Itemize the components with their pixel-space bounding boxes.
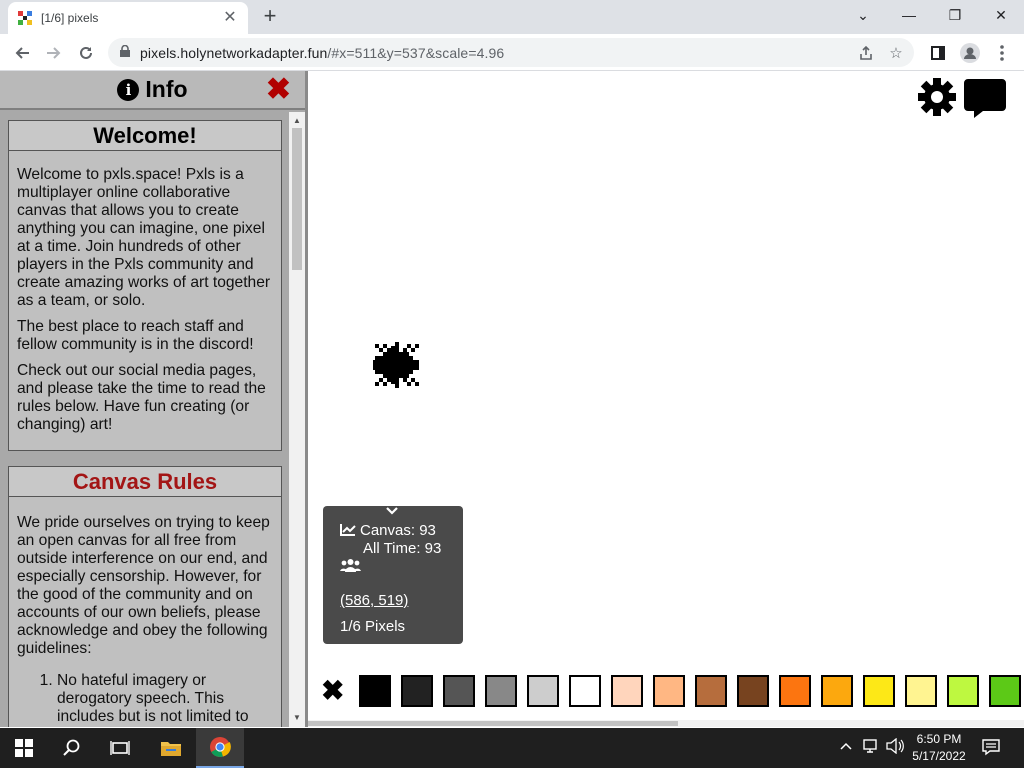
palette-swatch[interactable] [905, 675, 937, 707]
coordinates-link[interactable]: (586, 519) [340, 592, 408, 609]
chart-line-icon [340, 524, 356, 536]
side-panel-icon[interactable] [924, 39, 952, 67]
welcome-card: Welcome! Welcome to pxls.space! Pxls is … [8, 120, 282, 451]
new-tab-button[interactable]: + [258, 5, 282, 29]
reload-icon[interactable] [72, 39, 100, 67]
welcome-paragraph: The best place to reach staff and fellow… [17, 318, 254, 353]
volume-icon[interactable] [886, 737, 904, 757]
palette-swatch[interactable] [569, 675, 601, 707]
profile-avatar-icon[interactable] [956, 39, 984, 67]
tab-search-button[interactable]: ⌄ [840, 0, 886, 30]
palette-swatch[interactable] [359, 675, 391, 707]
share-icon[interactable] [852, 38, 880, 67]
canvas-count-row: Canvas: 93 [340, 522, 436, 539]
rules-card: Canvas Rules We pride ourselves on tryin… [8, 466, 282, 727]
palette-swatch[interactable] [527, 675, 559, 707]
rules-intro: We pride ourselves on trying to keep an … [17, 514, 270, 657]
palette-swatch[interactable] [653, 675, 685, 707]
address-bar[interactable]: pixels.holynetworkadapter.fun/#x=511&y=5… [108, 38, 914, 67]
pixel-art-sprite [373, 342, 419, 388]
palette-swatch[interactable] [821, 675, 853, 707]
task-view-icon[interactable] [96, 728, 144, 768]
tab-close-button[interactable]: ✕ [222, 10, 238, 26]
info-panel-title: Info [145, 76, 188, 102]
network-icon[interactable] [862, 738, 880, 757]
scroll-up-icon[interactable]: ▲ [289, 114, 305, 128]
info-icon: i [117, 78, 140, 101]
settings-gear-icon[interactable] [917, 77, 957, 117]
canvas-horizontal-scrollbar[interactable] [308, 720, 1024, 727]
palette-swatch[interactable] [611, 675, 643, 707]
palette-swatch[interactable] [443, 675, 475, 707]
palette-swatch[interactable] [401, 675, 433, 707]
chat-bubble-icon[interactable] [963, 77, 1007, 119]
clock-date: 5/17/2022 [912, 749, 966, 763]
palette-swatch[interactable] [779, 675, 811, 707]
collapse-chevron-icon[interactable] [386, 506, 398, 518]
palette-close-button[interactable]: ✖ [321, 677, 344, 705]
browser-menu-icon[interactable] [988, 39, 1016, 67]
taskbar-clock[interactable]: 6:50 PM 5/17/2022 [905, 731, 973, 765]
minimize-button[interactable]: — [886, 0, 932, 30]
notifications-icon[interactable] [982, 738, 1000, 759]
scroll-down-icon[interactable]: ▼ [289, 711, 305, 725]
search-icon[interactable] [48, 728, 96, 768]
url-text: pixels.holynetworkadapter.fun/#x=511&y=5… [140, 44, 505, 61]
welcome-paragraph: Check out our social media pages, and pl… [17, 362, 266, 433]
info-panel-scrollbar[interactable]: ▲ ▼ [289, 112, 305, 727]
info-panel-content[interactable]: Welcome! Welcome to pxls.space! Pxls is … [0, 112, 289, 727]
bookmark-star-icon[interactable]: ☆ [882, 38, 910, 67]
windows-start-icon[interactable] [0, 728, 48, 768]
welcome-heading: Welcome! [9, 121, 281, 151]
tab-title: [1/6] pixels [41, 11, 99, 25]
lock-icon[interactable] [120, 44, 130, 60]
info-panel-header: i Info ✖ [0, 71, 305, 110]
info-panel-close-button[interactable]: ✖ [266, 75, 291, 105]
show-hidden-icons-icon[interactable] [840, 738, 852, 753]
palette-swatch[interactable] [863, 675, 895, 707]
users-icon [340, 558, 361, 577]
browser-toolbar: pixels.holynetworkadapter.fun/#x=511&y=5… [0, 34, 1024, 71]
restore-button[interactable]: ❐ [932, 0, 978, 30]
rules-list-item: No hateful imagery or derogatory speech.… [57, 672, 273, 726]
canvas-count: Canvas: 93 [360, 522, 436, 539]
back-icon[interactable] [8, 39, 36, 67]
chrome-taskbar-icon[interactable] [196, 728, 244, 768]
info-panel: i Info ✖ Welcome! Welcome to pxls.space!… [0, 71, 308, 727]
palette-swatch[interactable] [485, 675, 517, 707]
stats-panel: Canvas: 93 All Time: 93 (586, 519) 1/6 P… [323, 506, 463, 644]
file-explorer-icon[interactable] [147, 728, 195, 768]
palette-swatch[interactable] [737, 675, 769, 707]
palette-swatch[interactable] [695, 675, 727, 707]
palette-swatch[interactable] [989, 675, 1021, 707]
windows-taskbar: 6:50 PM 5/17/2022 [0, 728, 1024, 768]
window-close-button[interactable]: ✕ [978, 0, 1024, 30]
rules-list: No hateful imagery or derogatory speech.… [17, 672, 273, 726]
browser-tab-strip: [1/6] pixels ✕ + ⌄ — ❐ ✕ [0, 0, 1024, 34]
browser-tab[interactable]: [1/6] pixels ✕ [8, 2, 248, 34]
clock-time: 6:50 PM [916, 732, 962, 746]
palette-swatch[interactable] [947, 675, 979, 707]
forward-icon[interactable] [40, 39, 68, 67]
alltime-count: All Time: 93 [363, 540, 442, 557]
pixel-count: 1/6 Pixels [340, 618, 406, 635]
welcome-paragraph: Welcome to pxls.space! Pxls is a multipl… [17, 166, 271, 309]
pxls-favicon-icon [18, 11, 32, 25]
rules-heading: Canvas Rules [9, 467, 281, 497]
scrollbar-thumb[interactable] [292, 128, 302, 270]
horizontal-scrollbar-thumb[interactable] [308, 721, 678, 726]
